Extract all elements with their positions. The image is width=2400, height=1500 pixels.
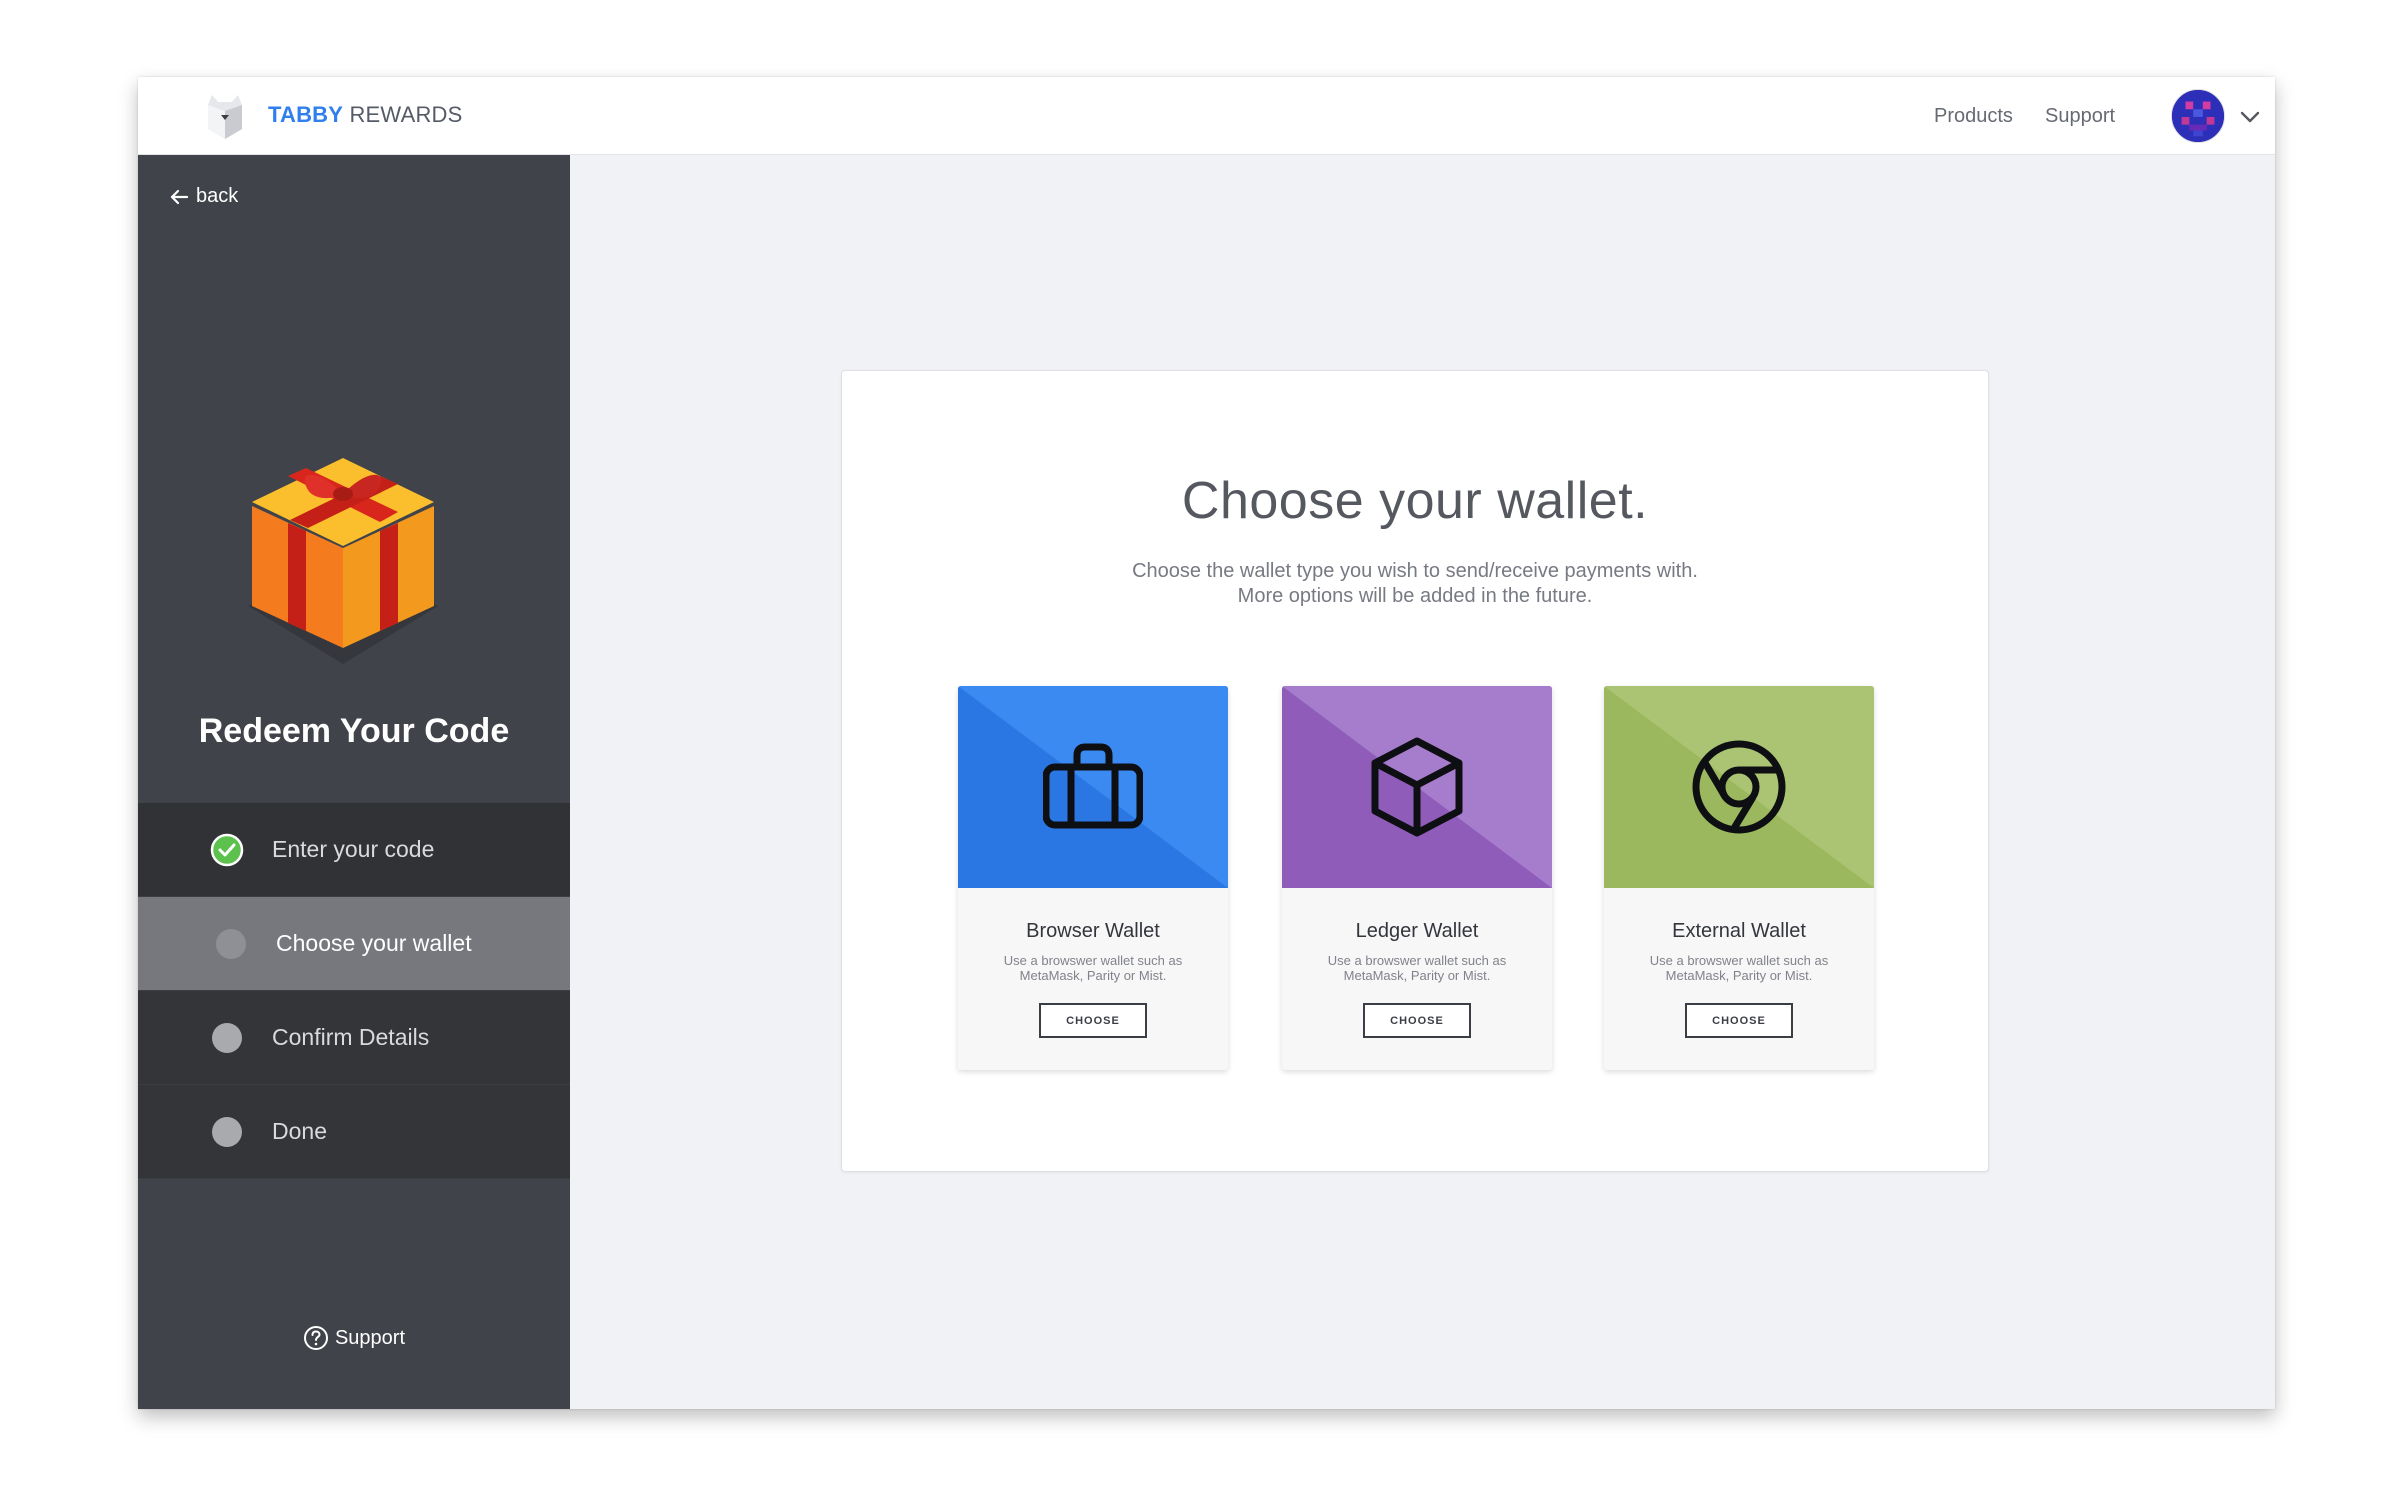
support-label: Support	[334, 1326, 406, 1349]
briefcase-icon	[1043, 743, 1143, 829]
wallet-chooser-card: Choose your wallet. Choose the wallet ty…	[841, 370, 1989, 1172]
step-label: Enter your code	[272, 836, 435, 862]
cube-icon	[1371, 737, 1463, 837]
wallet-desc-line-1: Use a browswer wallet such as	[1003, 953, 1183, 968]
page-subtitle: Choose the wallet type you wish to send/…	[842, 559, 1988, 609]
choose-browser-wallet-button[interactable]: CHOOSE	[1039, 1003, 1147, 1038]
nav-products-link[interactable]: Products	[1934, 105, 2013, 128]
wallet-name: Ledger Wallet	[1355, 920, 1479, 942]
top-bar: TABBY REWARDS Products Support	[138, 77, 2275, 155]
ledger-wallet-card[interactable]: Ledger Wallet Use a browswer wallet such…	[1282, 686, 1552, 1070]
wallet-desc-line-2: MetaMask, Parity or Mist.	[1019, 968, 1167, 983]
brand-secondary: REWARDS	[349, 102, 463, 127]
step-label: Done	[272, 1118, 327, 1144]
back-label: back	[196, 185, 239, 207]
step-indicator-icon	[212, 1022, 242, 1053]
wallet-description: Use a browswer wallet such as MetaMask, …	[988, 953, 1198, 983]
step-done[interactable]: Done	[138, 1085, 570, 1179]
chrome-icon	[1692, 740, 1786, 834]
wallet-hero	[1604, 686, 1874, 888]
brand-name[interactable]: TABBY REWARDS	[268, 102, 463, 128]
subtitle-line-2: More options will be added in the future…	[1237, 585, 1593, 607]
sidebar-support-link[interactable]: Support	[138, 1325, 570, 1351]
step-label: Confirm Details	[272, 1024, 430, 1050]
app-window: TABBY REWARDS Products Support back Rede…	[138, 77, 2275, 1409]
wallet-hero	[1282, 686, 1552, 888]
cat-logo-icon[interactable]	[198, 89, 252, 143]
wallet-desc-line-2: MetaMask, Parity or Mist.	[1343, 968, 1491, 983]
gift-icon	[248, 458, 438, 664]
browser-wallet-card[interactable]: Browser Wallet Use a browswer wallet suc…	[958, 686, 1228, 1070]
wallet-desc-line-1: Use a browswer wallet such as	[1649, 953, 1829, 968]
subtitle-line-1: Choose the wallet type you wish to send/…	[1132, 560, 1698, 582]
step-indicator-icon	[216, 928, 246, 959]
page-title: Choose your wallet.	[1181, 472, 1649, 530]
wallet-name: External Wallet	[1672, 920, 1806, 942]
sidebar-title: Redeem Your Code	[198, 712, 510, 750]
brand-primary: TABBY	[268, 102, 344, 127]
arrow-left-icon	[170, 189, 189, 204]
step-choose-wallet[interactable]: Choose your wallet	[138, 897, 570, 991]
step-confirm-details[interactable]: Confirm Details	[138, 991, 570, 1085]
step-enter-code[interactable]: Enter your code	[138, 803, 570, 897]
wallet-hero	[958, 686, 1228, 888]
wallet-desc-line-1: Use a browswer wallet such as	[1327, 953, 1507, 968]
choose-ledger-wallet-button[interactable]: CHOOSE	[1363, 1003, 1471, 1038]
back-link[interactable]: back	[168, 185, 238, 208]
help-circle-icon	[303, 1326, 328, 1350]
steps-list: Enter your code Choose your wallet Confi…	[138, 803, 570, 1179]
wallet-name: Browser Wallet	[1026, 920, 1160, 942]
step-label: Choose your wallet	[276, 930, 472, 956]
wallet-description: Use a browswer wallet such as MetaMask, …	[1312, 953, 1522, 983]
nav-support-link[interactable]: Support	[2045, 105, 2115, 128]
sidebar: back Redeem Your Code Enter your code Ch…	[138, 155, 570, 1409]
wallet-desc-line-2: MetaMask, Parity or Mist.	[1665, 968, 1813, 983]
check-circle-icon	[210, 833, 244, 866]
wallet-description: Use a browswer wallet such as MetaMask, …	[1634, 953, 1844, 983]
user-avatar[interactable]	[2171, 89, 2225, 143]
chevron-down-icon[interactable]	[2238, 105, 2262, 129]
external-wallet-card[interactable]: External Wallet Use a browswer wallet su…	[1604, 686, 1874, 1070]
choose-external-wallet-button[interactable]: CHOOSE	[1685, 1003, 1793, 1038]
step-indicator-icon	[212, 1116, 242, 1147]
